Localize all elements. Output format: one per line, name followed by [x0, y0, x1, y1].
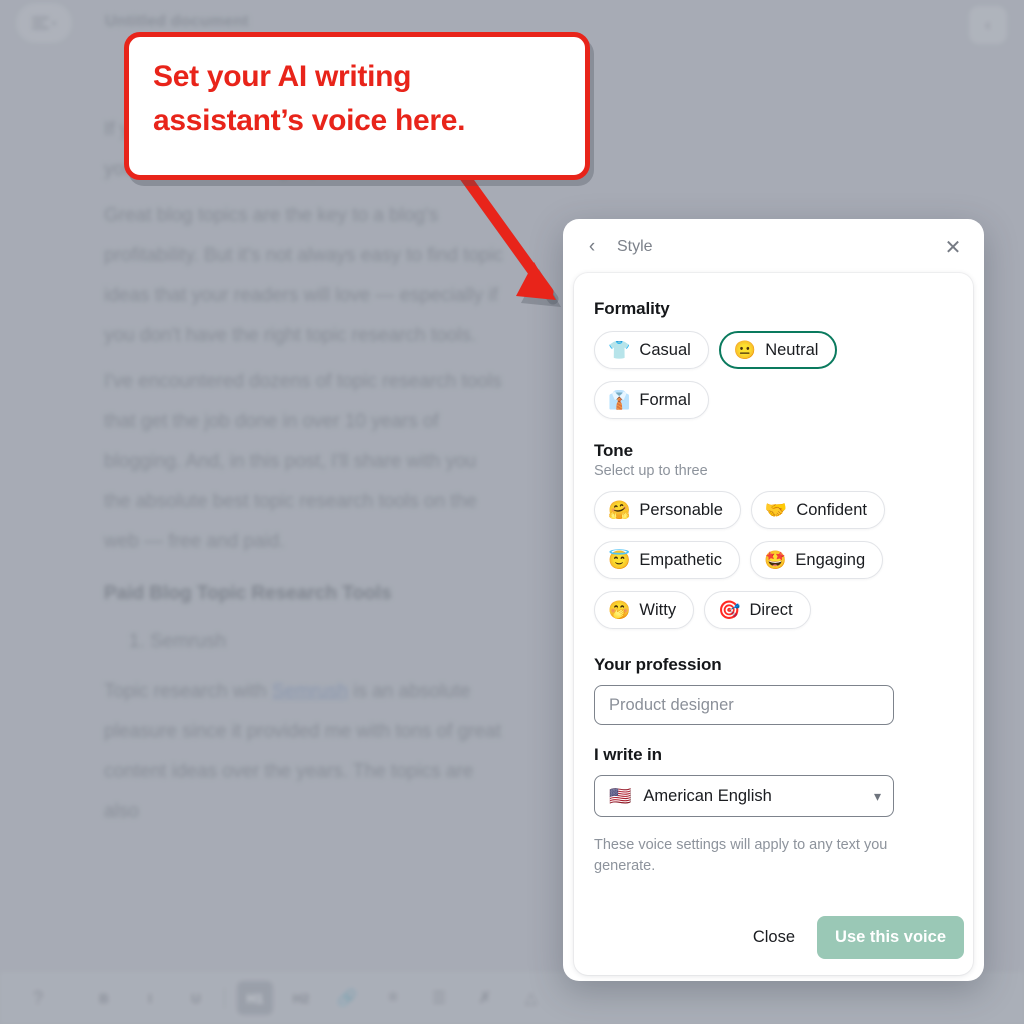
tone-chip-label: Confident: [796, 500, 867, 519]
panel-actions: Close Use this voice: [739, 916, 964, 959]
tone-chip-label: Witty: [639, 600, 677, 619]
chevron-down-icon: ▾: [873, 787, 881, 804]
language-section: I write in 🇺🇸 American English ▾: [594, 745, 953, 817]
formality-chip-neutral[interactable]: 😐 Neutral: [718, 331, 838, 369]
tone-options-row1: 🤗 Personable 🤝 Confident: [594, 491, 953, 529]
language-selected-value: American English: [643, 786, 772, 805]
handshake-icon: 🤝: [764, 500, 788, 520]
language-heading: I write in: [594, 745, 662, 764]
tshirt-icon: 👕: [608, 340, 631, 360]
style-settings-panel: ‹ Style ✕ Formality 👕 Casual 😐 Neutral 👔: [563, 219, 984, 981]
tone-chip-witty[interactable]: 🤭 Witty: [594, 591, 695, 629]
tone-chip-label: Direct: [749, 600, 793, 619]
tone-chip-label: Personable: [639, 500, 723, 519]
formality-chip-label: Neutral: [765, 340, 819, 359]
close-button[interactable]: Close: [739, 918, 809, 957]
formality-heading: Formality: [594, 299, 670, 318]
language-select[interactable]: 🇺🇸 American English ▾: [594, 775, 894, 817]
tone-subtitle: Select up to three: [594, 463, 708, 479]
panel-content-card: Formality 👕 Casual 😐 Neutral 👔 Formal To…: [574, 273, 973, 975]
tone-options-row2: 😇 Empathetic 🤩 Engaging: [594, 541, 953, 579]
formality-chip-casual[interactable]: 👕 Casual: [594, 331, 709, 369]
star-struck-icon: 🤩: [763, 550, 787, 570]
tone-chip-empathetic[interactable]: 😇 Empathetic: [594, 541, 740, 579]
tone-heading: Tone: [594, 441, 633, 460]
tone-options-row3: 🤭 Witty 🎯 Direct: [594, 591, 953, 629]
callout-text: Set your AI writing assistant’s voice he…: [153, 60, 466, 137]
profession-section: Your profession: [594, 655, 953, 725]
formality-chip-label: Formal: [639, 390, 691, 409]
necktie-icon: 👔: [608, 390, 631, 410]
formality-options-row2: 👔 Formal: [594, 381, 953, 419]
tone-chip-direct[interactable]: 🎯 Direct: [704, 591, 811, 629]
us-flag-icon: 🇺🇸: [609, 785, 632, 806]
panel-header: ‹ Style ✕: [563, 219, 984, 275]
panel-title: Style: [617, 238, 653, 255]
neutral-face-icon: 😐: [733, 340, 757, 360]
halo-face-icon: 😇: [608, 550, 631, 570]
close-x-icon[interactable]: ✕: [940, 234, 966, 260]
tone-chip-confident[interactable]: 🤝 Confident: [750, 491, 885, 529]
profession-heading: Your profession: [594, 655, 722, 674]
tone-chip-label: Empathetic: [639, 550, 722, 569]
voice-settings-note: These voice settings will apply to any t…: [594, 837, 888, 874]
formality-chip-formal[interactable]: 👔 Formal: [594, 381, 709, 419]
use-this-voice-button[interactable]: Use this voice: [817, 916, 964, 959]
formality-options: 👕 Casual 😐 Neutral: [594, 331, 953, 369]
hugging-face-icon: 🤗: [608, 500, 631, 520]
tone-chip-personable[interactable]: 🤗 Personable: [594, 491, 741, 529]
formality-section: Formality 👕 Casual 😐 Neutral 👔 Formal: [594, 299, 953, 419]
bullseye-icon: 🎯: [718, 600, 741, 620]
tone-chip-label: Engaging: [795, 550, 866, 569]
tone-chip-engaging[interactable]: 🤩 Engaging: [749, 541, 884, 579]
callout-bubble: Set your AI writing assistant’s voice he…: [124, 32, 590, 180]
hand-over-mouth-icon: 🤭: [608, 600, 631, 620]
profession-input[interactable]: [594, 685, 894, 725]
tone-section: Tone Select up to three 🤗 Personable 🤝 C…: [594, 441, 953, 629]
chevron-left-icon[interactable]: ‹: [579, 234, 605, 260]
formality-chip-label: Casual: [639, 340, 691, 359]
